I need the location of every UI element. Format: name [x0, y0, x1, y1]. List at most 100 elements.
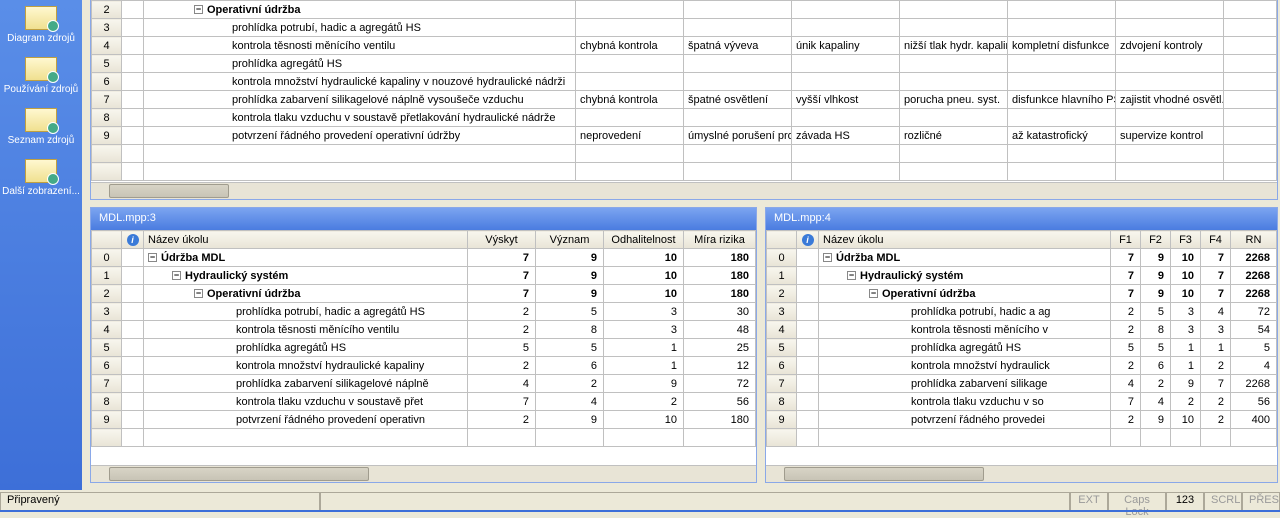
row-header[interactable]: 6 [767, 357, 797, 375]
info-cell[interactable] [122, 375, 144, 393]
data-cell[interactable]: 5 [1141, 303, 1171, 321]
task-cell[interactable]: −Operativní údržba [144, 285, 468, 303]
data-cell[interactable]: 7 [1111, 393, 1141, 411]
info-cell[interactable] [122, 37, 144, 55]
data-cell[interactable]: 54 [1231, 321, 1277, 339]
data-cell[interactable]: 6 [536, 357, 604, 375]
data-cell[interactable] [1171, 429, 1201, 447]
data-cell[interactable]: 2268 [1231, 375, 1277, 393]
row-header[interactable]: 2 [92, 285, 122, 303]
data-cell[interactable]: 4 [1201, 303, 1231, 321]
data-cell[interactable]: 56 [684, 393, 756, 411]
data-cell[interactable]: 9 [536, 267, 604, 285]
data-cell[interactable]: kompletní disfunkce [1008, 37, 1116, 55]
data-cell[interactable]: 8 [1141, 321, 1171, 339]
task-cell[interactable]: prohlídka zabarvení silikagelové náplně [144, 375, 468, 393]
sidebar-item-diagram[interactable]: Diagram zdrojů [0, 2, 82, 53]
data-cell[interactable]: 9 [1141, 249, 1171, 267]
task-cell[interactable]: kontrola těsnosti měnícího ventilu [144, 321, 468, 339]
data-cell[interactable]: 7 [468, 249, 536, 267]
task-cell[interactable]: potvrzení řádného provedení operativní ú… [144, 127, 576, 145]
info-cell[interactable] [122, 267, 144, 285]
data-cell[interactable] [684, 109, 792, 127]
table-row[interactable]: 8kontrola tlaku vzduchu v so742256 [767, 393, 1277, 411]
task-cell[interactable]: kontrola množství hydraulické kapaliny [144, 357, 468, 375]
data-cell[interactable] [1116, 163, 1224, 181]
info-cell[interactable] [797, 339, 819, 357]
table-row[interactable] [92, 145, 1277, 163]
col-header[interactable]: Míra rizika [684, 231, 756, 249]
data-cell[interactable]: závada HS [792, 127, 900, 145]
data-cell[interactable]: 48 [684, 321, 756, 339]
col-header[interactable]: F2 [1141, 231, 1171, 249]
data-cell[interactable]: 2 [1201, 393, 1231, 411]
data-cell[interactable]: 180 [684, 285, 756, 303]
task-cell[interactable] [144, 163, 576, 181]
row-header[interactable] [92, 429, 122, 447]
data-cell[interactable]: 10 [604, 285, 684, 303]
data-cell[interactable]: 10 [604, 249, 684, 267]
data-cell[interactable] [1116, 55, 1224, 73]
data-cell[interactable]: 9 [604, 375, 684, 393]
data-cell[interactable] [684, 1, 792, 19]
scrollbar-horizontal[interactable] [91, 465, 756, 482]
info-cell[interactable] [122, 19, 144, 37]
info-cell[interactable] [122, 73, 144, 91]
data-cell[interactable] [1224, 37, 1277, 55]
task-cell[interactable]: −Údržba MDL [144, 249, 468, 267]
table-row[interactable]: 9potvrzení řádného provedení operativní … [92, 127, 1277, 145]
info-cell[interactable] [122, 429, 144, 447]
row-header[interactable] [92, 163, 122, 181]
data-cell[interactable]: 12 [684, 357, 756, 375]
data-cell[interactable] [1224, 91, 1277, 109]
row-header[interactable]: 8 [92, 109, 122, 127]
data-cell[interactable] [792, 55, 900, 73]
data-cell[interactable] [536, 429, 604, 447]
data-cell[interactable] [1231, 429, 1277, 447]
sidebar-item-usage[interactable]: Používání zdrojů [0, 53, 82, 104]
data-cell[interactable]: úmyslné porušení prov [684, 127, 792, 145]
row-header[interactable]: 1 [92, 267, 122, 285]
collapse-toggle[interactable]: − [823, 253, 832, 262]
row-header[interactable]: 3 [92, 303, 122, 321]
data-cell[interactable]: rozličné [900, 127, 1008, 145]
data-cell[interactable] [1008, 55, 1116, 73]
data-cell[interactable] [576, 109, 684, 127]
data-cell[interactable] [900, 73, 1008, 91]
data-cell[interactable]: 5 [536, 339, 604, 357]
data-cell[interactable]: 3 [1201, 321, 1231, 339]
data-cell[interactable] [1008, 145, 1116, 163]
data-cell[interactable]: 2 [468, 303, 536, 321]
task-cell[interactable]: kontrola těsnosti měnícího ventilu [144, 37, 576, 55]
data-cell[interactable] [576, 145, 684, 163]
data-cell[interactable] [1116, 1, 1224, 19]
table-row[interactable]: 8kontrola tlaku vzduchu v soustavě přet7… [92, 393, 756, 411]
data-cell[interactable]: 2 [1201, 411, 1231, 429]
row-header[interactable]: 5 [767, 339, 797, 357]
data-cell[interactable] [900, 1, 1008, 19]
data-cell[interactable] [684, 55, 792, 73]
data-cell[interactable]: 3 [1171, 303, 1201, 321]
data-cell[interactable]: 72 [684, 375, 756, 393]
data-cell[interactable]: 1 [604, 339, 684, 357]
data-cell[interactable] [1116, 73, 1224, 91]
data-cell[interactable]: 7 [1201, 267, 1231, 285]
data-cell[interactable]: 4 [1231, 357, 1277, 375]
row-header[interactable]: 7 [92, 375, 122, 393]
data-cell[interactable]: 3 [604, 303, 684, 321]
data-cell[interactable]: 7 [1111, 285, 1141, 303]
data-cell[interactable] [1224, 55, 1277, 73]
table-row[interactable] [92, 429, 756, 447]
collapse-toggle[interactable]: − [847, 271, 856, 280]
sidebar-item-list[interactable]: Seznam zdrojů [0, 104, 82, 155]
data-cell[interactable]: nižší tlak hydr. kapalin [900, 37, 1008, 55]
info-cell[interactable] [797, 285, 819, 303]
info-cell[interactable] [122, 321, 144, 339]
task-cell[interactable]: potvrzení řádného provedei [819, 411, 1111, 429]
table-row[interactable]: 4kontrola těsnosti měnícího ventilu28348 [92, 321, 756, 339]
info-cell[interactable] [797, 357, 819, 375]
data-cell[interactable] [1141, 429, 1171, 447]
task-cell[interactable]: prohlídka agregátů HS [144, 339, 468, 357]
row-header[interactable]: 7 [767, 375, 797, 393]
data-cell[interactable]: 7 [1111, 267, 1141, 285]
